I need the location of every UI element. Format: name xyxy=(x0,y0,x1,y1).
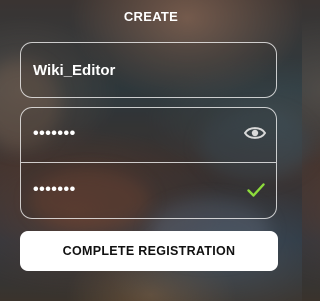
password-field[interactable]: ••••••• xyxy=(21,108,276,163)
username-field[interactable]: Wiki_Editor xyxy=(20,42,277,98)
eye-icon[interactable] xyxy=(244,125,266,141)
check-icon xyxy=(247,183,265,197)
password-value: ••••••• xyxy=(33,125,76,142)
confirm-password-field[interactable]: ••••••• xyxy=(21,164,276,218)
page-title: CREATE xyxy=(123,9,179,24)
password-group: ••••••• ••••••• xyxy=(20,107,277,219)
complete-registration-button[interactable]: COMPLETE REGISTRATION xyxy=(20,231,278,271)
confirm-password-value: ••••••• xyxy=(33,181,76,198)
username-value: Wiki_Editor xyxy=(33,62,116,79)
